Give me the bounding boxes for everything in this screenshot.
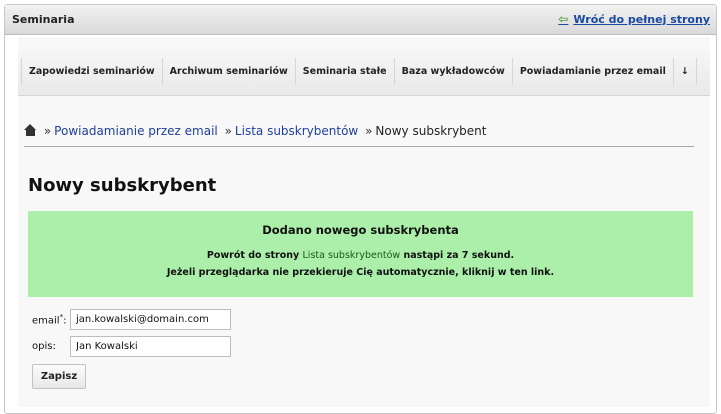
notice-redirect-post: nastąpi za 7 sekund. <box>400 250 515 261</box>
nav-item-baza-wykladowcow[interactable]: Baza wykładowców <box>395 58 513 85</box>
notice-redirect-line: Powrót do strony Lista subskrybentów nas… <box>28 250 693 261</box>
nav-items: Zapowiedzi seminariów Archiwum seminarió… <box>21 58 697 85</box>
success-notice: Dodano nowego subskrybenta Powrót do str… <box>28 211 693 297</box>
breadcrumb-lista-link[interactable]: Lista subskrybentów <box>235 124 358 138</box>
home-icon[interactable] <box>24 124 37 136</box>
top-bar: Seminaria ⇦ Wróć do pełnej strony <box>5 5 716 35</box>
breadcrumb-powiadamianie-link[interactable]: Powiadamianie przez email <box>54 124 218 138</box>
back-to-full-page-link[interactable]: ⇦ Wróć do pełnej strony <box>558 12 710 26</box>
breadcrumb-separator: » <box>224 124 232 138</box>
app-title: Seminaria <box>12 13 75 26</box>
breadcrumb-current: Nowy subskrybent <box>375 124 487 138</box>
nav-more-down-arrow-icon[interactable]: ↓ <box>674 58 697 85</box>
notice-lista-link[interactable]: Lista subskrybentów <box>303 250 401 261</box>
notice-manual-link-line[interactable]: Jeżeli przeglądarka nie przekieruje Cię … <box>28 267 693 278</box>
main-nav: Zapowiedzi seminariów Archiwum seminarió… <box>18 50 710 96</box>
breadcrumb: » Powiadamianie przez email » Lista subskr… <box>24 124 694 138</box>
arrow-left-icon: ⇦ <box>558 12 569 26</box>
back-link-label: Wróć do pełnej strony <box>573 12 710 26</box>
nav-item-archiwum[interactable]: Archiwum seminariów <box>163 58 296 85</box>
email-field[interactable] <box>70 309 231 330</box>
description-label: opis: <box>32 341 56 352</box>
email-row: email*: <box>32 309 231 330</box>
nav-item-zapowiedzi[interactable]: Zapowiedzi seminariów <box>22 58 163 85</box>
save-button[interactable]: Zapisz <box>32 364 86 389</box>
page-title: Nowy subskrybent <box>28 175 217 196</box>
notice-redirect-pre: Powrót do strony <box>206 250 303 261</box>
email-label: email*: <box>32 312 67 327</box>
nav-item-powiadamianie[interactable]: Powiadamianie przez email <box>513 58 674 85</box>
description-field[interactable] <box>70 336 231 357</box>
nav-item-seminaria-stale[interactable]: Seminaria stałe <box>296 58 395 85</box>
breadcrumb-separator: » <box>365 124 373 138</box>
notice-heading: Dodano nowego subskrybenta <box>262 223 459 237</box>
breadcrumb-separator: » <box>43 124 52 138</box>
breadcrumb-divider <box>24 146 694 147</box>
description-row: opis: <box>32 336 231 357</box>
